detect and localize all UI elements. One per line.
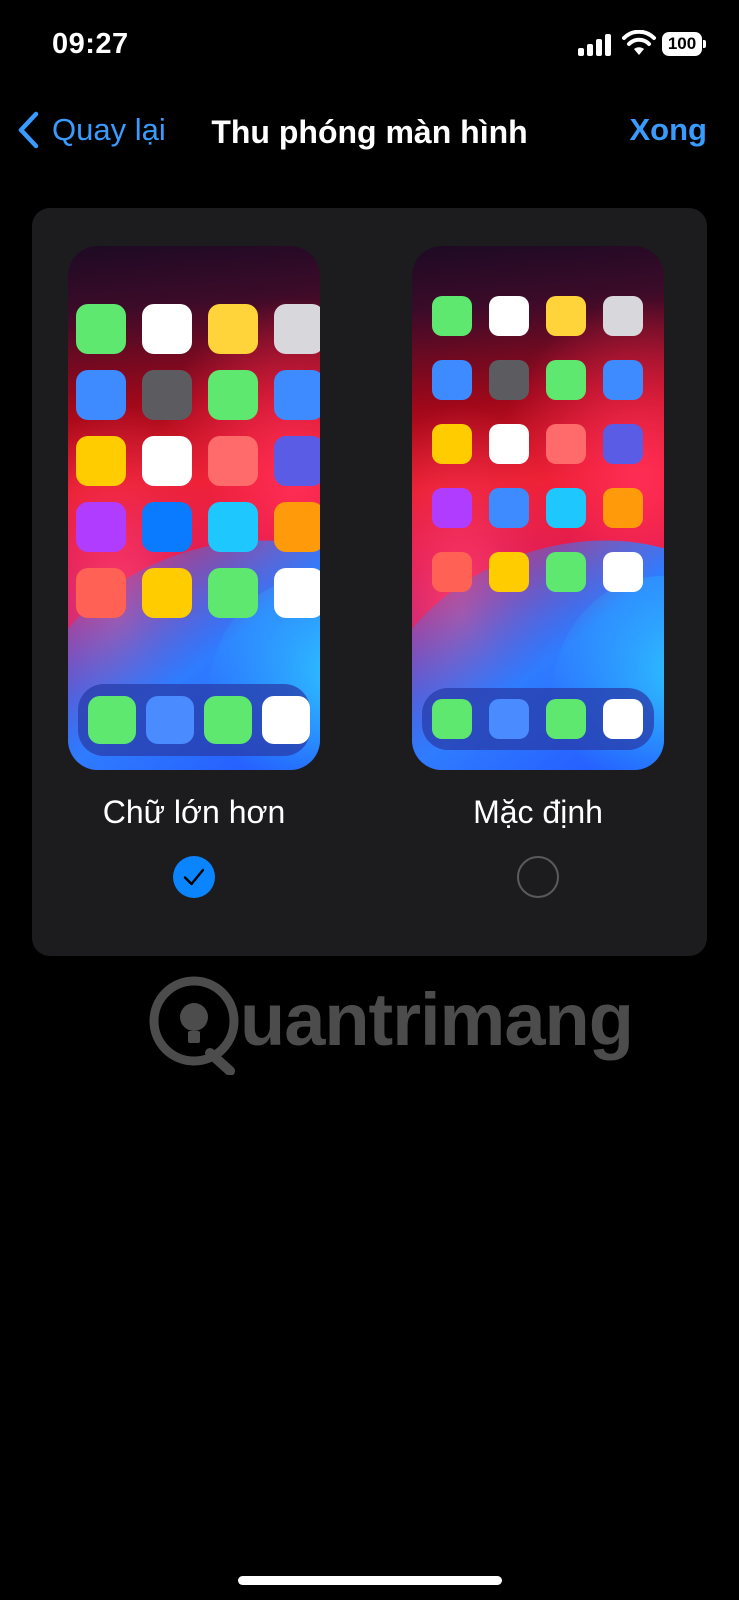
option-default[interactable]: Mặc định — [404, 208, 704, 956]
battery-level: 100 — [667, 34, 697, 53]
home-indicator[interactable] — [238, 1576, 502, 1585]
checkmark-icon — [183, 868, 205, 886]
status-time: 09:27 — [52, 28, 129, 60]
navigation-bar: Quay lại Thu phóng màn hình Xong — [0, 100, 739, 160]
option-label: Chữ lớn hơn — [102, 794, 286, 830]
option-larger-text[interactable]: Chữ lớn hơn — [52, 208, 352, 956]
unselected-indicator[interactable] — [517, 856, 559, 898]
wifi-icon — [622, 30, 656, 55]
default-preview — [412, 246, 664, 770]
watermark-logo: uantrimang — [148, 975, 634, 1085]
option-label: Mặc định — [473, 794, 603, 830]
selected-indicator[interactable] — [173, 856, 215, 898]
watermark-text: uantrimang — [240, 978, 634, 1061]
battery-icon: 100 — [662, 32, 706, 56]
zoom-options-card: Chữ lớn hơn Mặc định — [32, 208, 707, 956]
done-button[interactable]: Xong — [630, 112, 708, 148]
status-bar: 09:27 100 — [0, 0, 739, 90]
page-title: Thu phóng màn hình — [211, 114, 528, 150]
lightbulb-icon — [149, 976, 239, 1075]
larger-text-preview — [68, 246, 320, 770]
cellular-signal-icon — [578, 32, 614, 56]
